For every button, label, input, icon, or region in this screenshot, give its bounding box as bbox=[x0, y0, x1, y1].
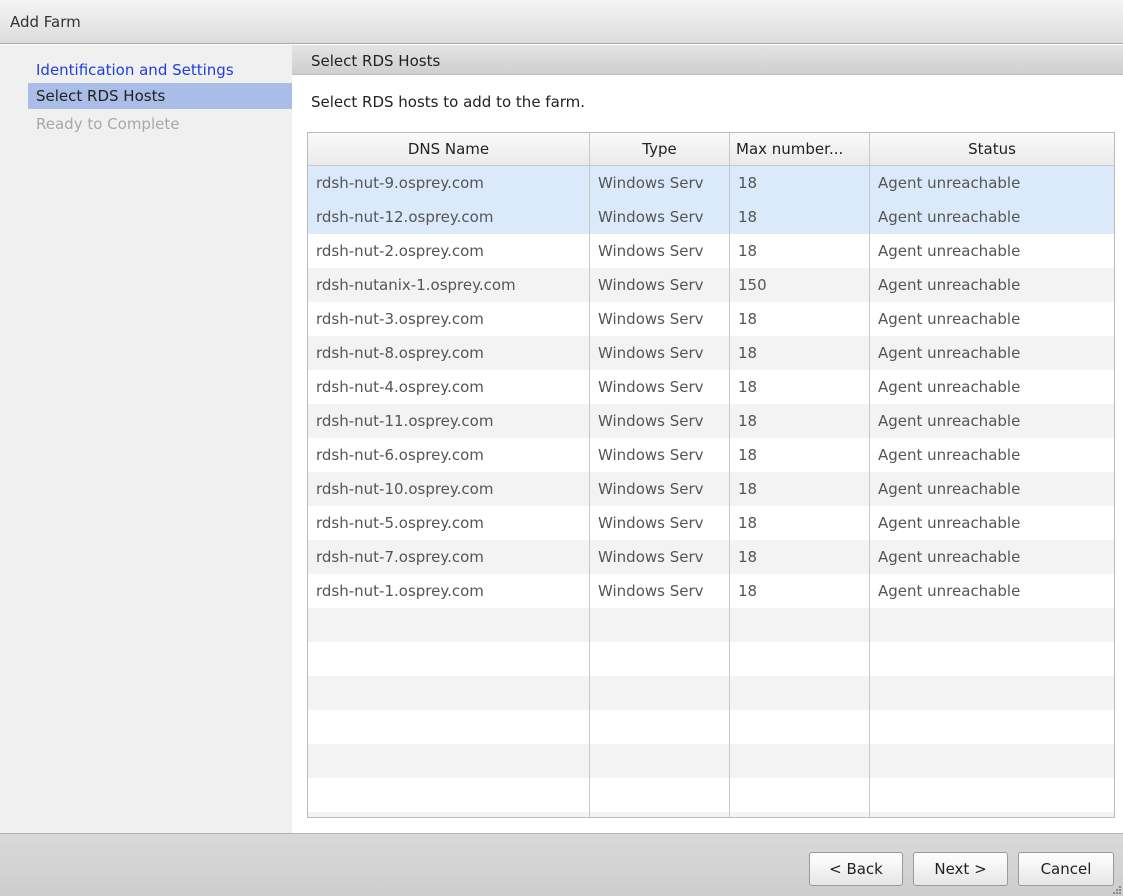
cell-type: Windows Serv bbox=[598, 514, 704, 532]
table-row[interactable]: rdsh-nutanix-1.osprey.com Windows Serv 150… bbox=[308, 268, 1114, 302]
cell-max-number: 150 bbox=[738, 276, 767, 294]
cell-type: Windows Serv bbox=[598, 208, 704, 226]
cell-status: Agent unreachable bbox=[878, 242, 1021, 260]
table-row[interactable]: rdsh-nut-11.osprey.com Windows Serv 18 Agen… bbox=[308, 404, 1114, 438]
wizard-sidebar: Identification and Settings Select RDS H… bbox=[0, 45, 292, 833]
cell-max-number: 18 bbox=[738, 582, 758, 600]
cell-type: Windows Serv bbox=[598, 412, 704, 430]
cell-dns-name: rdsh-nut-9.osprey.com bbox=[316, 174, 484, 192]
cell-status: Agent unreachable bbox=[878, 582, 1021, 600]
rds-hosts-table[interactable]: DNS Name Type Max number... Status rdsh-… bbox=[307, 132, 1115, 818]
cell-type: Windows Serv bbox=[598, 582, 704, 600]
cell-dns-name: rdsh-nut-4.osprey.com bbox=[316, 378, 484, 396]
cell-max-number: 18 bbox=[738, 242, 758, 260]
cell-status: Agent unreachable bbox=[878, 446, 1021, 464]
section-header: Select RDS Hosts bbox=[292, 45, 1123, 75]
table-row[interactable]: rdsh-nut-10.osprey.com Windows Serv 18 Agen… bbox=[308, 472, 1114, 506]
table-row[interactable]: rdsh-nut-5.osprey.com Windows Serv 18 Agent… bbox=[308, 506, 1114, 540]
sidebar-item-ready-to-complete: Ready to Complete bbox=[36, 115, 180, 133]
cell-type: Windows Serv bbox=[598, 310, 704, 328]
cell-status: Agent unreachable bbox=[878, 208, 1021, 226]
cell-max-number: 18 bbox=[738, 514, 758, 532]
column-divider bbox=[729, 166, 730, 817]
column-divider bbox=[869, 166, 870, 817]
cell-max-number: 18 bbox=[738, 378, 758, 396]
cell-dns-name: rdsh-nut-7.osprey.com bbox=[316, 548, 484, 566]
wizard-main-panel: Select RDS Hosts Select RDS hosts to add… bbox=[292, 45, 1123, 833]
cell-type: Windows Serv bbox=[598, 378, 704, 396]
cell-type: Windows Serv bbox=[598, 174, 704, 192]
cell-status: Agent unreachable bbox=[878, 174, 1021, 192]
table-row-empty bbox=[308, 710, 1114, 744]
column-divider bbox=[589, 166, 590, 817]
cell-max-number: 18 bbox=[738, 480, 758, 498]
table-row-empty bbox=[308, 608, 1114, 642]
cell-status: Agent unreachable bbox=[878, 310, 1021, 328]
cell-dns-name: rdsh-nut-5.osprey.com bbox=[316, 514, 484, 532]
cell-status: Agent unreachable bbox=[878, 412, 1021, 430]
column-header-type[interactable]: Type bbox=[590, 133, 730, 165]
table-row[interactable]: rdsh-nut-4.osprey.com Windows Serv 18 Agent… bbox=[308, 370, 1114, 404]
cell-type: Windows Serv bbox=[598, 242, 704, 260]
cell-max-number: 18 bbox=[738, 446, 758, 464]
cell-dns-name: rdsh-nut-6.osprey.com bbox=[316, 446, 484, 464]
cell-dns-name: rdsh-nut-2.osprey.com bbox=[316, 242, 484, 260]
cell-type: Windows Serv bbox=[598, 276, 704, 294]
table-row[interactable]: rdsh-nut-9.osprey.com Windows Serv 18 Agent… bbox=[308, 166, 1114, 200]
cell-status: Agent unreachable bbox=[878, 480, 1021, 498]
cell-type: Windows Serv bbox=[598, 548, 704, 566]
sidebar-item-select-rds-hosts[interactable]: Select RDS Hosts bbox=[28, 83, 292, 109]
cell-dns-name: rdsh-nut-11.osprey.com bbox=[316, 412, 494, 430]
table-row[interactable]: rdsh-nut-7.osprey.com Windows Serv 18 Agent… bbox=[308, 540, 1114, 574]
table-row[interactable]: rdsh-nut-1.osprey.com Windows Serv 18 Agent… bbox=[308, 574, 1114, 608]
cell-status: Agent unreachable bbox=[878, 378, 1021, 396]
table-header: DNS Name Type Max number... Status bbox=[308, 133, 1114, 166]
column-header-max-number[interactable]: Max number... bbox=[730, 133, 870, 165]
table-row[interactable]: rdsh-nut-12.osprey.com Windows Serv 18 Agen… bbox=[308, 200, 1114, 234]
resize-grip-icon[interactable] bbox=[1113, 886, 1121, 894]
cell-status: Agent unreachable bbox=[878, 548, 1021, 566]
cell-max-number: 18 bbox=[738, 174, 758, 192]
column-header-status[interactable]: Status bbox=[870, 133, 1114, 165]
cell-dns-name: rdsh-nut-1.osprey.com bbox=[316, 582, 484, 600]
cell-max-number: 18 bbox=[738, 548, 758, 566]
sidebar-item-identification-and-settings[interactable]: Identification and Settings bbox=[28, 57, 292, 83]
cell-dns-name: rdsh-nut-3.osprey.com bbox=[316, 310, 484, 328]
cell-dns-name: rdsh-nutanix-1.osprey.com bbox=[316, 276, 516, 294]
cell-dns-name: rdsh-nut-12.osprey.com bbox=[316, 208, 494, 226]
cell-status: Agent unreachable bbox=[878, 344, 1021, 362]
section-title: Select RDS Hosts bbox=[311, 52, 441, 70]
cell-max-number: 18 bbox=[738, 310, 758, 328]
cell-type: Windows Serv bbox=[598, 480, 704, 498]
next-button[interactable]: Next > bbox=[913, 852, 1008, 886]
cancel-button[interactable]: Cancel bbox=[1018, 852, 1114, 886]
table-row[interactable]: rdsh-nut-2.osprey.com Windows Serv 18 Agent… bbox=[308, 234, 1114, 268]
dialog-title-bar: Add Farm bbox=[0, 0, 1123, 44]
table-row-empty bbox=[308, 744, 1114, 778]
instruction-text: Select RDS hosts to add to the farm. bbox=[311, 93, 586, 111]
cell-max-number: 18 bbox=[738, 412, 758, 430]
table-row[interactable]: rdsh-nut-6.osprey.com Windows Serv 18 Agent… bbox=[308, 438, 1114, 472]
table-row[interactable]: rdsh-nut-3.osprey.com Windows Serv 18 Agent… bbox=[308, 302, 1114, 336]
column-header-dns-name[interactable]: DNS Name bbox=[308, 133, 590, 165]
table-row-empty bbox=[308, 676, 1114, 710]
cell-dns-name: rdsh-nut-10.osprey.com bbox=[316, 480, 494, 498]
wizard-footer: < Back Next > Cancel bbox=[0, 833, 1123, 896]
cell-type: Windows Serv bbox=[598, 344, 704, 362]
back-button[interactable]: < Back bbox=[809, 852, 903, 886]
table-row[interactable]: rdsh-nut-8.osprey.com Windows Serv 18 Agent… bbox=[308, 336, 1114, 370]
cell-max-number: 18 bbox=[738, 208, 758, 226]
cell-status: Agent unreachable bbox=[878, 276, 1021, 294]
cell-dns-name: rdsh-nut-8.osprey.com bbox=[316, 344, 484, 362]
table-row-empty bbox=[308, 778, 1114, 812]
cell-type: Windows Serv bbox=[598, 446, 704, 464]
cell-status: Agent unreachable bbox=[878, 514, 1021, 532]
cell-max-number: 18 bbox=[738, 344, 758, 362]
dialog-title: Add Farm bbox=[10, 13, 81, 31]
table-row-empty bbox=[308, 642, 1114, 676]
table-row-empty bbox=[308, 812, 1114, 817]
